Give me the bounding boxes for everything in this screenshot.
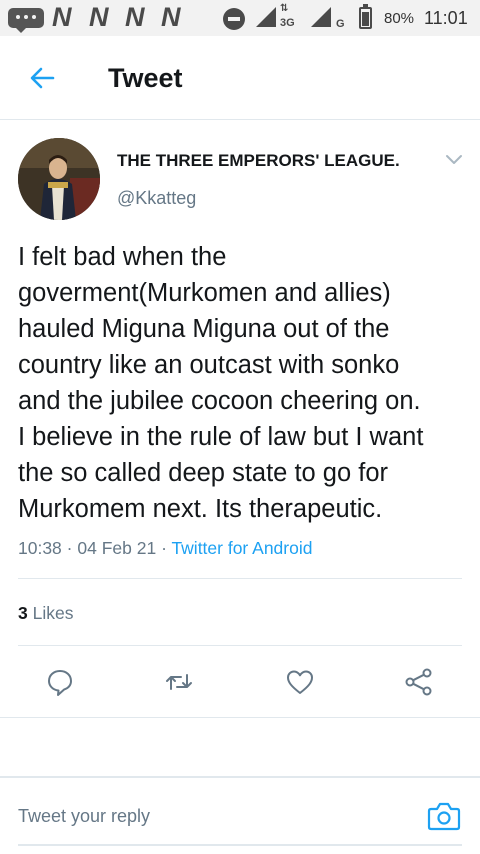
reply-bar-border [0, 776, 480, 778]
reply-icon[interactable] [45, 667, 75, 697]
do-not-disturb-icon [223, 8, 245, 30]
avatar[interactable] [18, 138, 100, 220]
chevron-down-icon[interactable] [444, 150, 464, 170]
signal-icon [256, 7, 276, 27]
reply-input[interactable] [18, 806, 398, 827]
battery-level [362, 11, 369, 26]
notification-n-icon: N [161, 2, 181, 32]
network-type-label: 3G [280, 17, 295, 29]
divider [18, 645, 462, 646]
author-handle[interactable]: @Kkatteg [117, 188, 196, 209]
likes-label: Likes [32, 603, 74, 623]
signal-icon [311, 7, 331, 27]
retweet-icon[interactable] [164, 667, 194, 697]
page-title: Tweet [108, 63, 183, 93]
divider [18, 578, 462, 579]
network-type-label: G [336, 18, 345, 30]
tweet-meta: 10:38 · 04 Feb 21 · Twitter for Android [18, 538, 312, 559]
battery-percent: 80% [384, 10, 415, 27]
clock: 11:01 [424, 8, 468, 28]
battery-icon [359, 4, 372, 29]
arrow-left-icon[interactable] [26, 62, 58, 94]
top-app-bar: Tweet [0, 36, 480, 120]
notification-n-icon: N [89, 2, 109, 32]
tweet-text: I felt bad when the goverment(Murkomen a… [18, 243, 424, 523]
message-icon [8, 8, 44, 33]
likes-count-link[interactable]: 3 Likes [18, 603, 73, 624]
like-icon[interactable] [285, 667, 315, 697]
data-arrows-icon: ⇅ [280, 3, 289, 14]
tweet-time: 10:38 [18, 538, 62, 558]
meta-separator: · [66, 538, 73, 558]
tweet-date: 04 Feb 21 [77, 538, 157, 558]
author-name[interactable]: THE THREE EMPERORS' LEAGUE. [117, 151, 400, 171]
meta-separator: · [161, 538, 167, 558]
reply-input-underline [18, 844, 462, 846]
share-icon[interactable] [404, 667, 434, 697]
likes-count: 3 [18, 603, 28, 623]
tweet-source-link[interactable]: Twitter for Android [171, 538, 312, 558]
divider [0, 717, 480, 718]
camera-icon[interactable] [427, 800, 461, 832]
status-bar: N N N N ⇅ 3G G 80% 11:01 [0, 0, 480, 36]
notification-n-icon: N [125, 2, 145, 32]
notification-n-icon: N [52, 2, 72, 32]
